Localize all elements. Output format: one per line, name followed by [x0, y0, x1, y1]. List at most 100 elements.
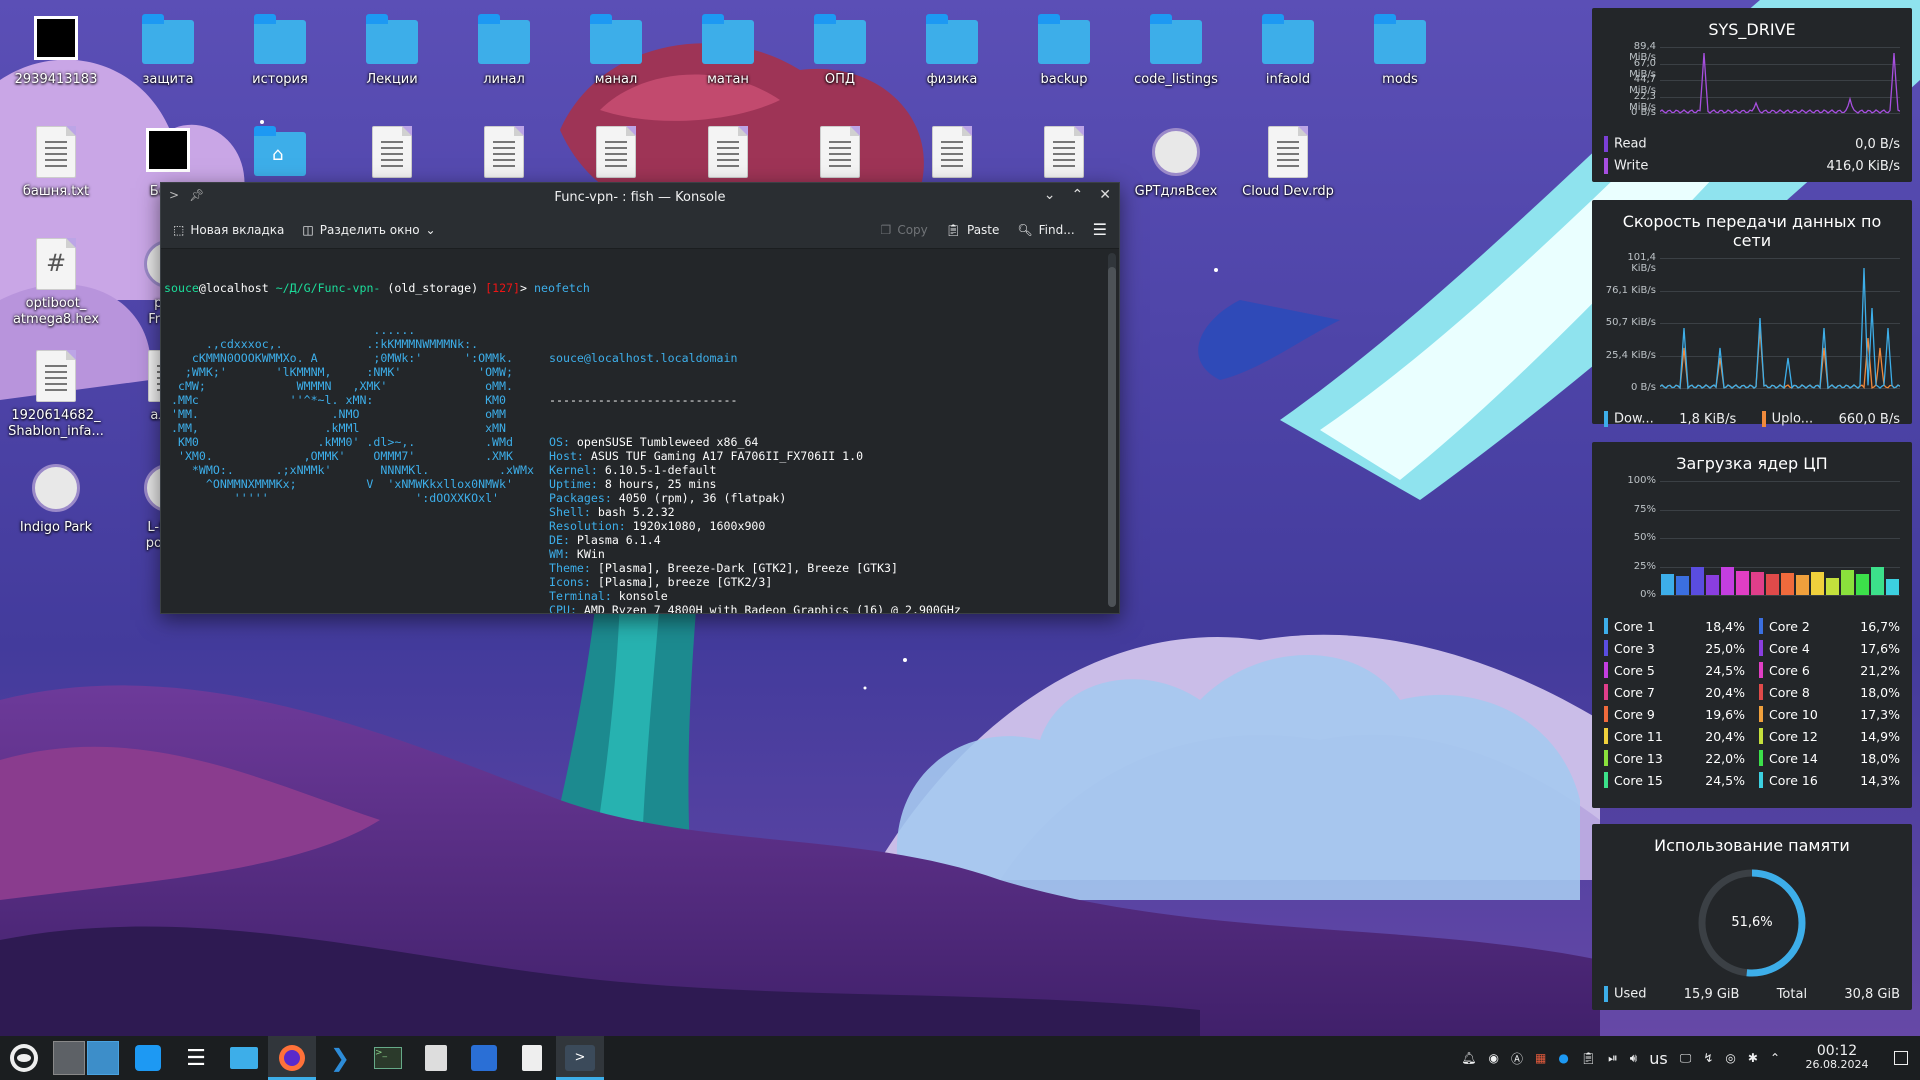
cpu-core-bar	[1826, 578, 1839, 595]
pin-icon[interactable]: 📌︎	[189, 188, 204, 202]
close-button[interactable]: ✕	[1099, 187, 1111, 203]
desktop-icon[interactable]: манал	[566, 12, 666, 88]
show-desktop-icon[interactable]	[1894, 1051, 1908, 1065]
desktop-icon[interactable]: 1920614682_ Shablon_infa...	[6, 348, 106, 440]
desktop-icon[interactable]	[678, 124, 778, 184]
taskbar-dolphin[interactable]	[220, 1036, 268, 1080]
desktop-icon-label: ОПД	[824, 72, 856, 87]
desktop-icon[interactable]: ⌂	[230, 124, 330, 184]
folder-icon	[588, 12, 644, 68]
copy-button[interactable]: ❐ Copy	[881, 223, 928, 237]
desktop-pager-2[interactable]	[87, 1041, 119, 1075]
terminal-output[interactable]: souce@localhost ~/Д/G/Func-vpn- (old_sto…	[161, 249, 1105, 613]
taskbar-document[interactable]	[508, 1036, 556, 1080]
cpu-core-bar	[1676, 575, 1689, 595]
desktop-icon-label: 1920614682_ Shablon_infa...	[8, 408, 104, 439]
hamburger-menu-button[interactable]: ☰	[1093, 220, 1107, 239]
info-line: DE: Plasma 6.1.4	[549, 533, 661, 547]
ascii-logo-line: 'XM0. ,OMMK' OMMM7' .XMK	[164, 449, 514, 463]
cpu-core-item: Core 15 24,5%	[1604, 769, 1745, 791]
terminal-scrollbar[interactable]	[1108, 253, 1116, 607]
desktop-icon-label: история	[252, 72, 308, 87]
digital-clock[interactable]: 00:12 26.08.2024	[1792, 1044, 1882, 1072]
desktop-pager[interactable]	[48, 1036, 124, 1080]
dolphin-icon	[230, 1047, 258, 1069]
chevron-down-icon: ⌄	[425, 222, 436, 237]
desktop-icon[interactable]	[454, 124, 554, 184]
desktop-icon[interactable]	[566, 124, 666, 184]
konsole-window[interactable]: > 📌︎ Func-vpn- : fish — Konsole ⌄ ⌃ ✕ ⬚ …	[160, 182, 1120, 614]
terminal-icon: >_	[374, 1047, 402, 1069]
window-menu-icon[interactable]: >	[169, 188, 179, 202]
desktop-icon[interactable]: code_listings	[1126, 12, 1226, 88]
desktop-icon[interactable]: mods	[1350, 12, 1450, 88]
desktop-icon[interactable]	[790, 124, 890, 184]
bluetooth-icon[interactable]: ✱	[1748, 1051, 1758, 1065]
desktop-icon-label: Indigo Park	[19, 520, 93, 535]
desktop-icon[interactable]	[1014, 124, 1114, 184]
sys-drive-widget[interactable]: SYS_DRIVE 89,4 MiB/s 67,0 MiB/s 44,7 MiB/s…	[1592, 8, 1912, 182]
clipboard-icon[interactable]: 📋︎	[1581, 1051, 1596, 1065]
folder-icon	[476, 12, 532, 68]
paste-button[interactable]: 📋︎ Paste	[946, 223, 1000, 237]
desktop-icon[interactable]: башня.txt	[6, 124, 106, 200]
desktop-icon[interactable]: Лекции	[342, 12, 442, 88]
volume-icon[interactable]: 🔊︎	[1630, 1051, 1638, 1066]
desktop-icon[interactable]: матан	[678, 12, 778, 88]
new-tab-button[interactable]: ⬚ Новая вкладка	[173, 223, 284, 237]
cpu-core-bar	[1751, 571, 1764, 595]
desktop-icon[interactable]: infaold	[1238, 12, 1338, 88]
document-icon	[28, 124, 84, 180]
cpu-cores-widget[interactable]: Загрузка ядер ЦП 100% 75% 50% 25% 0% Core 11…	[1592, 442, 1912, 808]
memory-widget[interactable]: Использование памяти 51,6% Used 15,9 GiB…	[1592, 824, 1912, 1010]
desktop-pager-1[interactable]	[53, 1041, 85, 1075]
desktop-icon[interactable]: 2939413183	[6, 12, 106, 88]
notifications-icon[interactable]: 🔔︎	[1461, 1051, 1476, 1065]
tray-expand-icon[interactable]: ⌃	[1770, 1051, 1780, 1065]
cpu-core-bar	[1721, 567, 1734, 595]
keyboard-layout[interactable]: us	[1649, 1049, 1667, 1068]
taskbar-settings[interactable]: ☰	[172, 1036, 220, 1080]
desktop-icon[interactable]: история	[230, 12, 330, 88]
cpu-core-item: Core 9 19,6%	[1604, 703, 1745, 725]
desktop-icon[interactable]: физика	[902, 12, 1002, 88]
taskbar-vscode[interactable]: ❯	[316, 1036, 364, 1080]
hex-file-icon: #	[28, 236, 84, 292]
desktop-icon[interactable]: защита	[118, 12, 218, 88]
desktop-icon[interactable]: ОПД	[790, 12, 890, 88]
network-tool-icon	[471, 1045, 497, 1071]
tray-app-icon[interactable]: ▦	[1535, 1051, 1546, 1065]
taskbar-firefox[interactable]	[268, 1036, 316, 1080]
desktop-icon[interactable]	[902, 124, 1002, 184]
taskbar-terminal[interactable]: >_	[364, 1036, 412, 1080]
desktop-icon-label: backup	[1040, 72, 1088, 87]
desktop-icon[interactable]: линал	[454, 12, 554, 88]
network-widget[interactable]: Скорость передачи данных по сети 101,4 K…	[1592, 200, 1912, 427]
desktop-icon[interactable]: # optiboot_ atmega8.hex	[6, 236, 106, 328]
desktop-icon[interactable]	[342, 124, 442, 184]
maximize-button[interactable]: ⌃	[1072, 187, 1084, 203]
konsole-titlebar[interactable]: > 📌︎ Func-vpn- : fish — Konsole ⌄ ⌃ ✕	[161, 183, 1119, 211]
taskbar-network-tool[interactable]	[460, 1036, 508, 1080]
find-button[interactable]: 🔍︎ Find...	[1017, 223, 1074, 237]
taskbar-konsole[interactable]: >	[556, 1036, 604, 1080]
desktop-icon[interactable]: backup	[1014, 12, 1114, 88]
desktop-icon[interactable]: GPTдляВсех	[1126, 124, 1226, 200]
info-line: Icons: [Plasma], breeze [GTK2/3]	[549, 575, 773, 589]
taskbar-kcalc[interactable]	[412, 1036, 460, 1080]
power-icon[interactable]: ↯	[1703, 1051, 1713, 1065]
discord-icon[interactable]: ◉	[1489, 1051, 1499, 1065]
desktop-icon[interactable]: Indigo Park	[6, 460, 106, 536]
cpu-core-bar	[1841, 569, 1854, 595]
info-line: WM: KWin	[549, 547, 605, 561]
minimize-button[interactable]: ⌄	[1044, 187, 1056, 203]
desktop-icon[interactable]: Cloud Dev.rdp	[1238, 124, 1338, 200]
display-icon[interactable]: 🖵︎	[1680, 1051, 1692, 1066]
split-view-button[interactable]: ◫ Разделить окно ⌄	[302, 223, 435, 237]
taskbar-discover[interactable]	[124, 1036, 172, 1080]
media-player-icon[interactable]: ⏯	[1608, 1051, 1618, 1066]
vpn-icon[interactable]: ◎	[1725, 1051, 1735, 1065]
tray-blue-app-icon[interactable]: ●	[1558, 1051, 1568, 1065]
application-launcher-button[interactable]	[0, 1036, 48, 1080]
anarchy-icon[interactable]: Ⓐ	[1511, 1050, 1523, 1067]
